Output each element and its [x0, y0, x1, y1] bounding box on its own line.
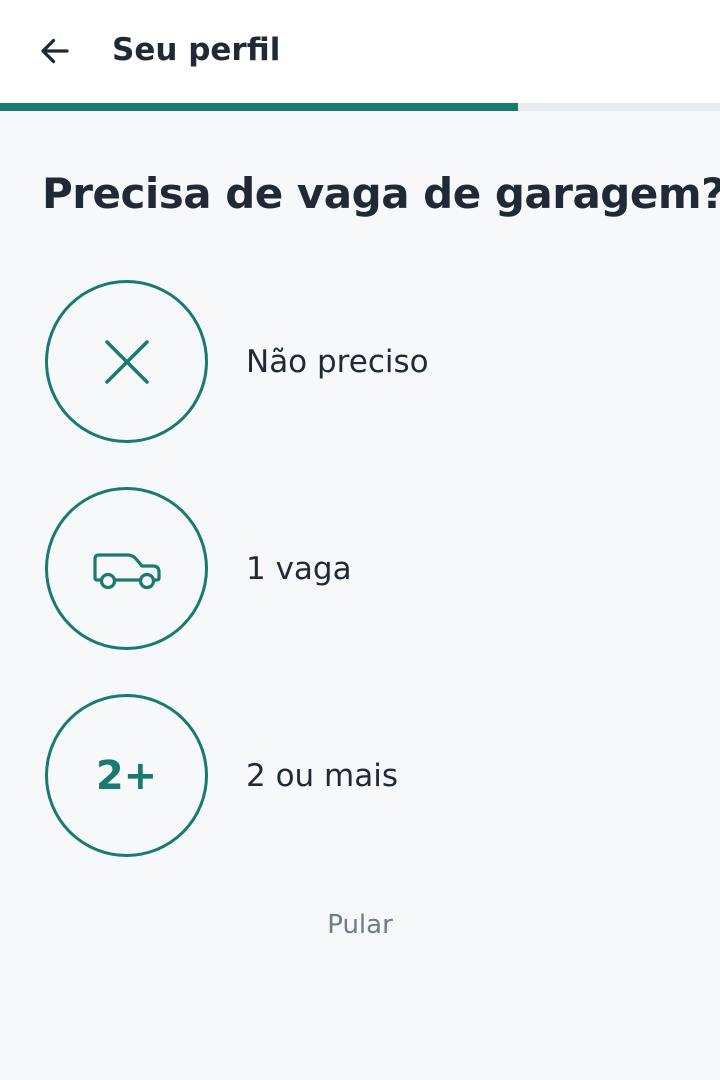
option-circle[interactable]: [45, 487, 208, 650]
option-label: 2 ou mais: [246, 757, 399, 794]
app-bar: Seu perfil: [0, 0, 720, 103]
back-button[interactable]: [30, 26, 80, 76]
option-label: 1 vaga: [246, 550, 352, 587]
arrow-left-icon: [41, 38, 69, 64]
option-label: Não preciso: [246, 343, 429, 380]
page-title: Seu perfil: [112, 32, 281, 68]
progress-bar: [0, 103, 720, 111]
two-plus-icon: 2+: [95, 752, 158, 799]
option-two-or-more[interactable]: 2+ 2 ou mais: [45, 694, 685, 857]
options-list: Não preciso 1 vaga 2+ 2 ou mais: [45, 280, 685, 902]
skip-button[interactable]: Pular: [0, 910, 720, 940]
question-heading: Precisa de vaga de garagem?: [42, 169, 720, 218]
car-icon: [92, 552, 161, 589]
option-circle[interactable]: 2+: [45, 694, 208, 857]
close-icon: [104, 339, 149, 384]
progress-fill: [0, 103, 519, 111]
option-one-space[interactable]: 1 vaga: [45, 487, 685, 650]
option-no-parking[interactable]: Não preciso: [45, 280, 685, 443]
option-circle[interactable]: [45, 280, 208, 443]
